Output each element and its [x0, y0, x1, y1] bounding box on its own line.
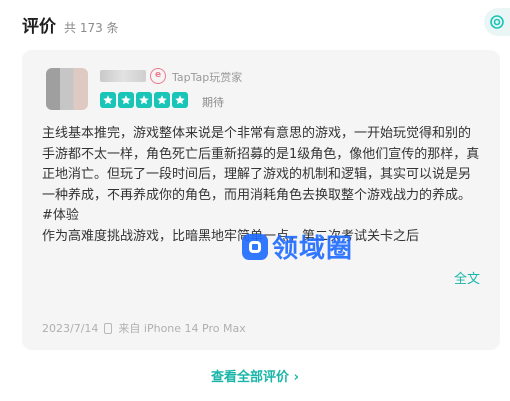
- expand-full-text-link[interactable]: 全文: [454, 268, 480, 287]
- review-paragraph: 主线基本推完，游戏整体来说是个非常有意思的游戏，一开始玩觉得和别的手游都不太一样…: [42, 126, 480, 203]
- spiral-icon: [490, 15, 504, 29]
- player-badge-label: TapTap玩赏家: [172, 71, 243, 84]
- review-tag: #体验: [42, 208, 79, 223]
- phone-icon: [104, 322, 113, 334]
- review-meta: 2023/7/14 来自 iPhone 14 Pro Max: [42, 320, 246, 336]
- star-icon: [118, 92, 134, 108]
- review-date: 2023/7/14: [42, 321, 99, 335]
- star-icon: [100, 92, 116, 108]
- view-all-reviews-link[interactable]: 查看全部评价 ›: [0, 366, 510, 385]
- watermark-logo-icon: [242, 233, 268, 260]
- reviews-header: 评价 共 173 条: [22, 12, 119, 38]
- review-card[interactable]: e TapTap玩赏家 期待 主线基本推完，游戏整体来说是个非常有意思的游戏，一…: [22, 50, 500, 350]
- review-count: 共 173 条: [64, 21, 119, 35]
- star-rating: [100, 92, 188, 108]
- watermark: 领域圈: [242, 228, 353, 265]
- star-icon: [172, 92, 188, 108]
- watermark-text: 领域圈: [272, 234, 354, 264]
- review-device: 来自 iPhone 14 Pro Max: [118, 322, 246, 335]
- section-title: 评价: [22, 17, 56, 37]
- username-blurred[interactable]: [100, 70, 146, 82]
- avatar[interactable]: [46, 68, 88, 110]
- rating-label: 期待: [202, 96, 224, 109]
- player-badge-icon: e: [150, 68, 166, 84]
- floating-action-button[interactable]: [484, 8, 510, 36]
- star-icon: [154, 92, 170, 108]
- star-icon: [136, 92, 152, 108]
